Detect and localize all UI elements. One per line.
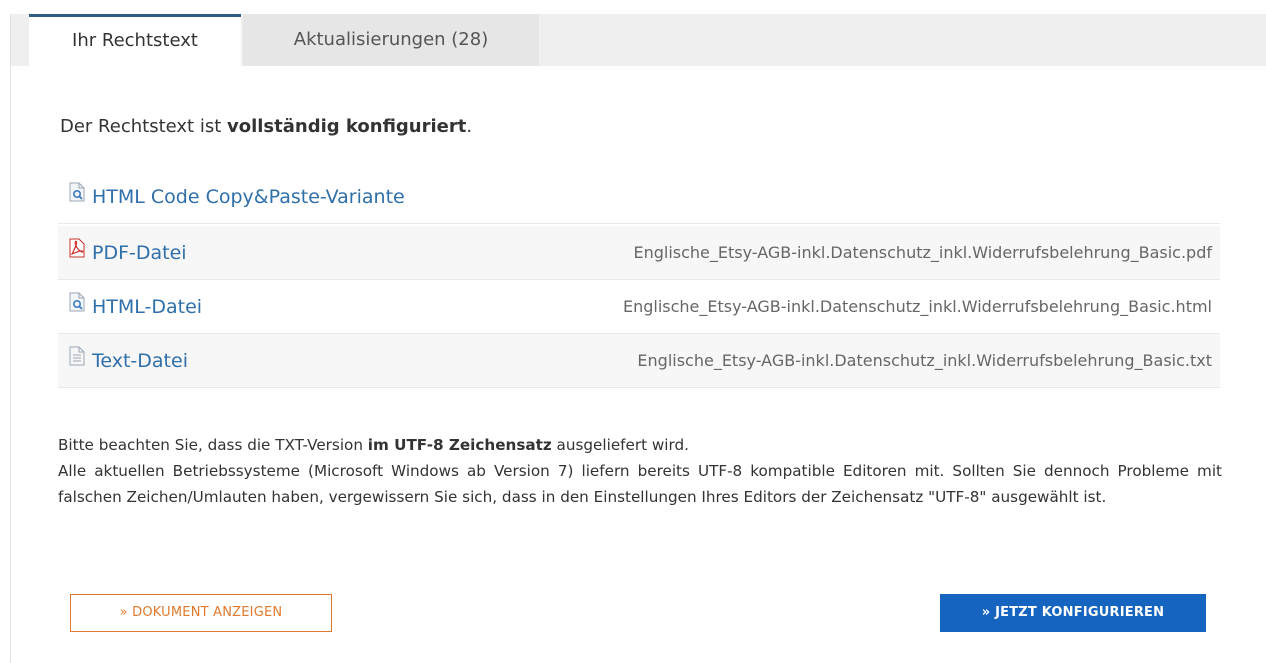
note-bold: im UTF-8 Zeichensatz (367, 436, 552, 454)
html-file-label: HTML-Datei (92, 296, 203, 318)
text-file-label: Text-Datei (92, 350, 188, 372)
file-row-html-code: HTML Code Copy&Paste-Variante (58, 170, 1220, 224)
pdf-icon (68, 225, 86, 279)
file-row-text: Text-Datei Englische_Etsy-AGB-inkl.Daten… (58, 334, 1220, 388)
tab-ihr-rechtstext[interactable]: Ihr Rechtstext (29, 14, 241, 66)
html-doc-icon (68, 279, 86, 333)
html-doc-icon (68, 169, 86, 223)
tab-aktualisierungen[interactable]: Aktualisierungen (28) (243, 14, 539, 66)
pdf-label: PDF-Datei (92, 242, 187, 264)
utf8-note: Bitte beachten Sie, dass die TXT-Version… (58, 432, 1222, 510)
text-filename: Englische_Etsy-AGB-inkl.Datenschutz_inkl… (637, 351, 1212, 370)
text-doc-icon (68, 333, 86, 387)
note-prefix: Bitte beachten Sie, dass die TXT-Version (58, 436, 368, 454)
note-suffix: ausgeliefert wird. (551, 436, 689, 454)
pdf-link[interactable]: PDF-Datei (68, 226, 187, 280)
status-text: Der Rechtstext ist vollständig konfiguri… (60, 116, 472, 137)
status-prefix: Der Rechtstext ist (60, 116, 227, 137)
configure-now-button[interactable]: » JETZT KONFIGURIEREN (940, 594, 1206, 632)
show-document-button[interactable]: » DOKUMENT ANZEIGEN (70, 594, 332, 632)
utf8-note-paragraph: Alle aktuellen Betriebssysteme (Microsof… (58, 462, 1222, 506)
html-file-link[interactable]: HTML-Datei (68, 280, 202, 334)
tab-bar: Ihr Rechtstext Aktualisierungen (28) (11, 14, 1266, 66)
status-bold: vollständig konfiguriert (226, 116, 467, 137)
status-suffix: . (466, 116, 473, 137)
text-file-link[interactable]: Text-Datei (68, 334, 188, 388)
html-code-link[interactable]: HTML Code Copy&Paste-Variante (68, 170, 405, 224)
file-row-pdf: PDF-Datei Englische_Etsy-AGB-inkl.Datens… (58, 226, 1220, 280)
file-row-html: HTML-Datei Englische_Etsy-AGB-inkl.Daten… (58, 280, 1220, 334)
utf8-note-line1: Bitte beachten Sie, dass die TXT-Version… (58, 432, 1222, 458)
html-filename: Englische_Etsy-AGB-inkl.Datenschutz_inkl… (622, 297, 1212, 316)
html-code-label: HTML Code Copy&Paste-Variante (92, 186, 405, 208)
pdf-filename: Englische_Etsy-AGB-inkl.Datenschutz_inkl… (633, 243, 1212, 262)
